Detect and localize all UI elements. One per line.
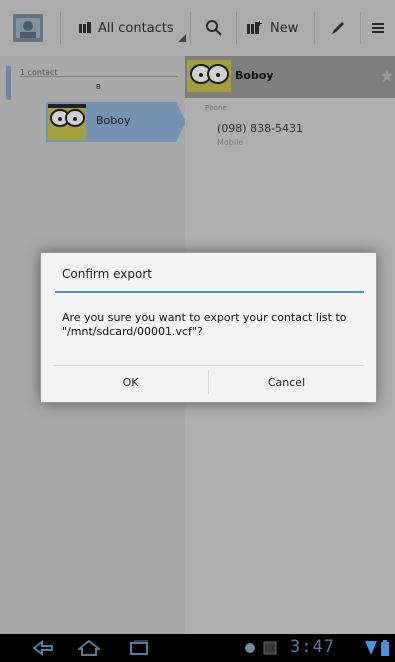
contacts-app-screen: All contacts New 1 contact B Boboy Boboy… — [0, 0, 395, 662]
back-icon[interactable] — [32, 640, 54, 656]
ok-button[interactable]: OK — [53, 366, 208, 398]
system-navigation-bar: 3:47 — [0, 634, 395, 662]
status-clock: 3:47 — [290, 637, 335, 657]
sd-card-icon — [263, 641, 277, 655]
dialog-title: Confirm export — [62, 267, 152, 281]
dialog-title-divider — [55, 291, 364, 293]
dialog-message: Are you sure you want to export your con… — [62, 311, 347, 338]
confirm-export-dialog: Confirm export Are you sure you want to … — [40, 252, 377, 403]
recent-apps-icon[interactable] — [128, 640, 150, 656]
notification-icon[interactable] — [244, 642, 256, 656]
cancel-button[interactable]: Cancel — [209, 366, 364, 398]
wifi-signal-icon — [365, 641, 377, 655]
battery-icon — [381, 640, 389, 656]
home-icon[interactable] — [78, 640, 100, 656]
dialog-button-bar: OK Cancel — [53, 365, 364, 398]
